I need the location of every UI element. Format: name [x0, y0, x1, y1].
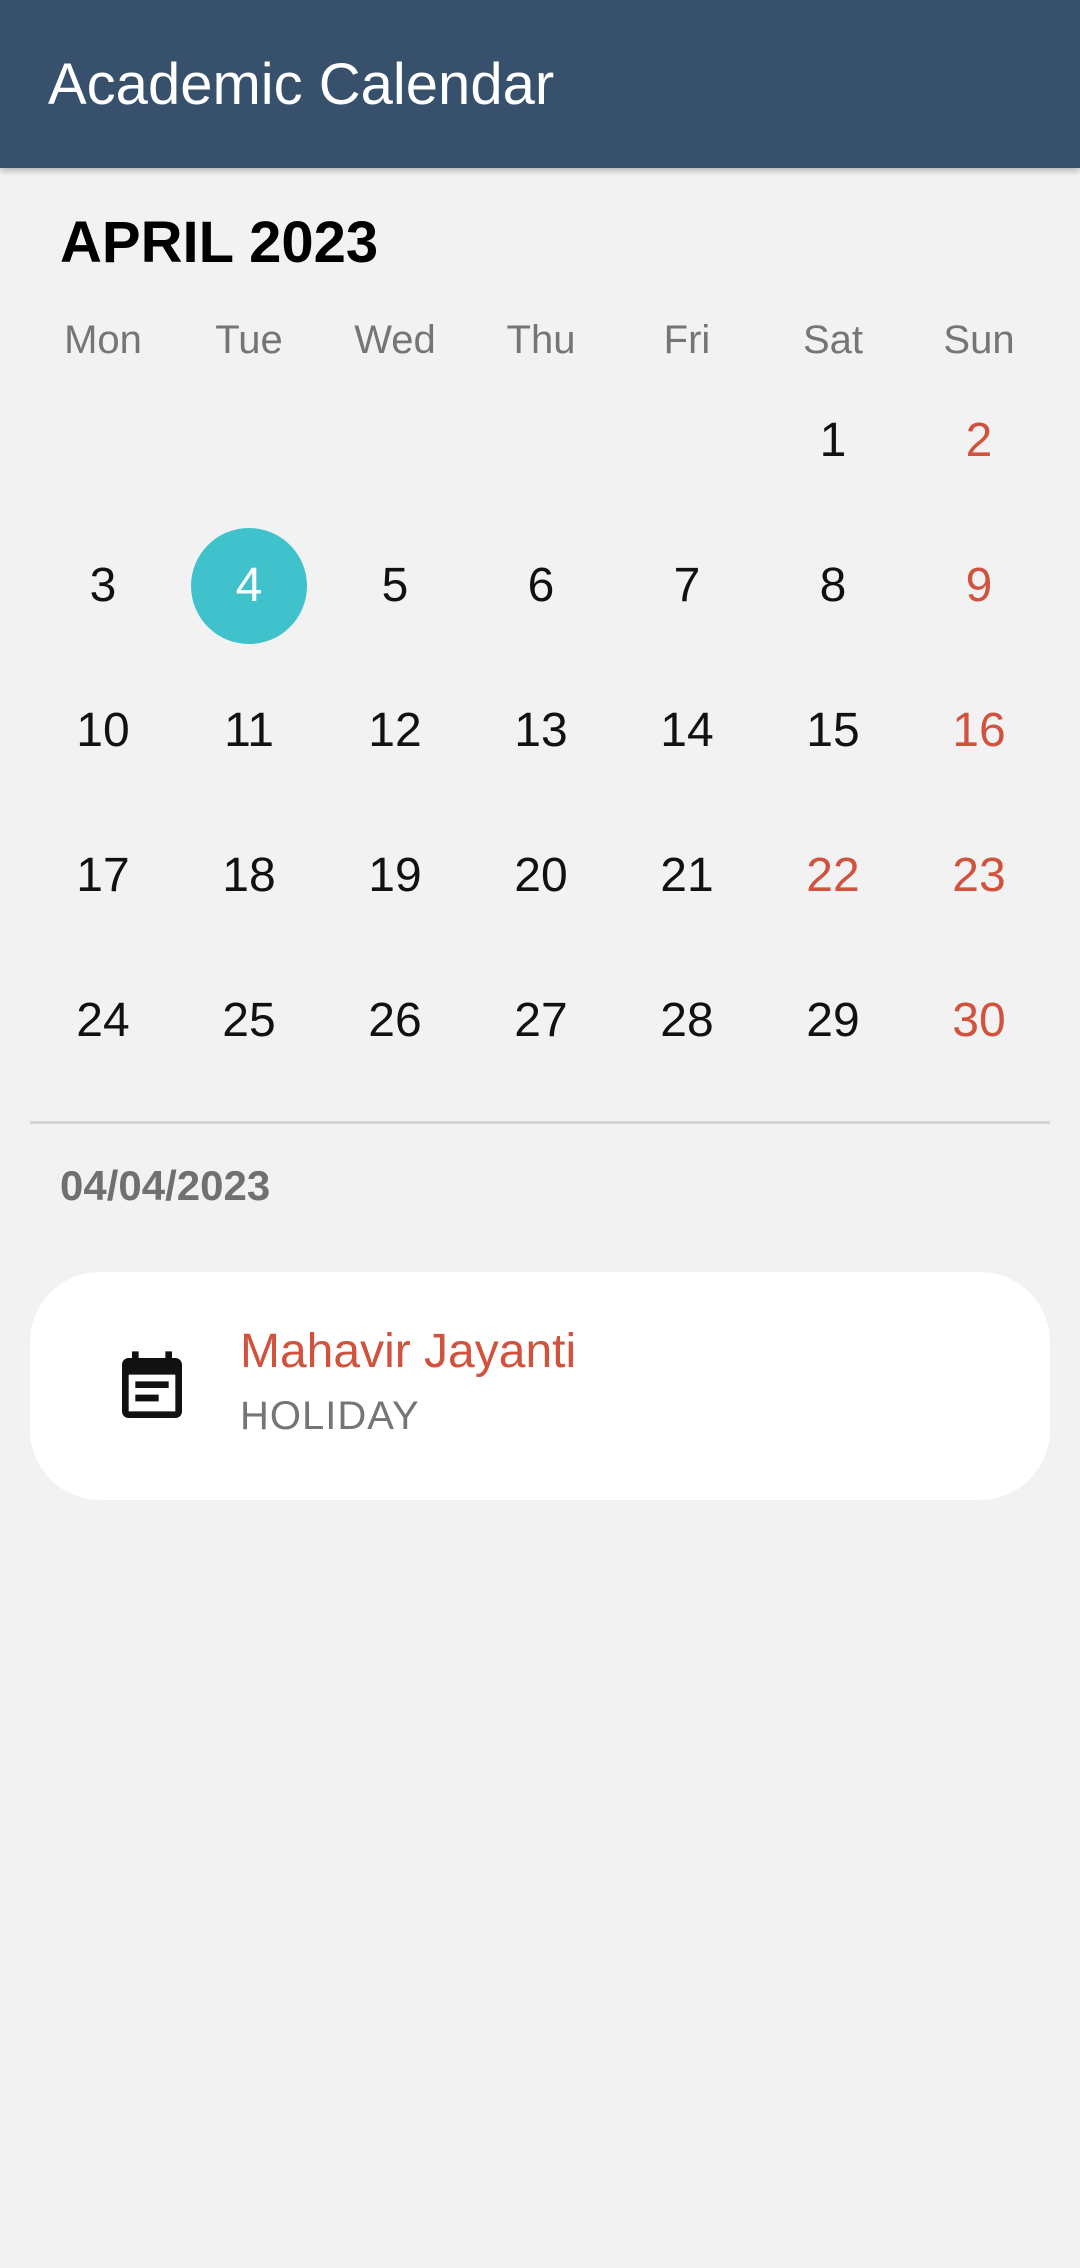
calendar-day-number: 12: [368, 704, 422, 757]
calendar-day-number: 15: [806, 704, 860, 757]
calendar-day-number: 1: [819, 414, 847, 467]
calendar-day-number: [337, 383, 453, 499]
calendar-day[interactable]: 17: [30, 803, 176, 948]
weekday-label: Fri: [663, 318, 711, 362]
calendar-day-empty: [468, 368, 614, 513]
page-title: Academic Calendar: [48, 52, 555, 117]
calendar-day-number: 30: [952, 994, 1006, 1047]
calendar-day-number: 20: [514, 849, 568, 902]
calendar-day[interactable]: 8: [760, 513, 906, 658]
calendar-day-number: [45, 383, 161, 499]
calendar-day[interactable]: 7: [614, 513, 760, 658]
calendar-day-number: 24: [76, 994, 130, 1047]
calendar-day[interactable]: 12: [322, 658, 468, 803]
calendar-day[interactable]: 15: [760, 658, 906, 803]
calendar-day[interactable]: 27: [468, 948, 614, 1093]
calendar-day[interactable]: 1: [760, 368, 906, 513]
calendar-day[interactable]: 24: [30, 948, 176, 1093]
calendar-day-number: [629, 383, 745, 499]
calendar-day[interactable]: 19: [322, 803, 468, 948]
calendar-day-empty: [176, 368, 322, 513]
calendar-day[interactable]: 21: [614, 803, 760, 948]
calendar-day-number: 27: [514, 994, 568, 1047]
calendar-day-number: 2: [965, 414, 993, 467]
event-card[interactable]: Mahavir Jayanti HOLIDAY: [30, 1272, 1050, 1500]
calendar-day-empty: [614, 368, 760, 513]
calendar-day[interactable]: 26: [322, 948, 468, 1093]
calendar-day-number: 18: [222, 849, 276, 902]
calendar-day[interactable]: 10: [30, 658, 176, 803]
calendar-day-empty: [30, 368, 176, 513]
calendar-day-number: 3: [89, 559, 117, 612]
calendar-day-number: [483, 383, 599, 499]
month-label: APRIL 2023: [60, 210, 379, 275]
calendar-day[interactable]: 28: [614, 948, 760, 1093]
calendar-day[interactable]: 22: [760, 803, 906, 948]
calendar-day-number: 8: [819, 559, 847, 612]
calendar-day-empty: [322, 368, 468, 513]
calendar-day-number: 25: [222, 994, 276, 1047]
weekday-label: Sat: [802, 318, 864, 362]
calendar-day[interactable]: 29: [760, 948, 906, 1093]
calendar-day[interactable]: 5: [322, 513, 468, 658]
calendar-day[interactable]: 14: [614, 658, 760, 803]
weekday-label: Tue: [215, 318, 283, 362]
calendar-day-number: 26: [368, 994, 422, 1047]
event-title: Mahavir Jayanti: [240, 1325, 577, 1378]
calendar-day-number: [191, 383, 307, 499]
calendar-day[interactable]: 20: [468, 803, 614, 948]
calendar-day-number: 19: [368, 849, 422, 902]
weekday-label: Mon: [64, 318, 142, 362]
calendar-day[interactable]: 30: [906, 948, 1052, 1093]
calendar-day-number: 4: [191, 527, 307, 644]
calendar-day-number: 28: [660, 994, 714, 1047]
divider: [30, 1121, 1050, 1124]
calendar-day-number: 29: [806, 994, 860, 1047]
calendar-day[interactable]: 25: [176, 948, 322, 1093]
weekday-header: Mon Tue Wed Thu Fri Sat Sun: [30, 312, 1052, 368]
calendar-day[interactable]: 2: [906, 368, 1052, 513]
calendar-day-number: 16: [952, 704, 1006, 757]
calendar-day-number: 7: [673, 559, 701, 612]
calendar-day-number: 13: [514, 704, 568, 757]
calendar-day[interactable]: 18: [176, 803, 322, 948]
calendar-day-number: 14: [660, 704, 714, 757]
calendar-day[interactable]: 23: [906, 803, 1052, 948]
event-note-icon: [122, 1351, 182, 1418]
calendar-day[interactable]: 16: [906, 658, 1052, 803]
calendar-day[interactable]: 6: [468, 513, 614, 658]
calendar-grid: 1 2 3 4 5 6 7 8 9 10 11 12 13 14 15 16 17 18 19 20 21 22 23 24 2…: [30, 368, 1052, 1093]
selected-date-label: 04/04/2023: [60, 1162, 271, 1209]
calendar-day-number: 21: [660, 849, 714, 902]
weekday-label: Thu: [506, 318, 576, 362]
calendar-day-number: 11: [224, 704, 274, 757]
calendar-day-number: 9: [965, 559, 993, 612]
app-bar: Academic Calendar: [0, 0, 1080, 168]
event-type: HOLIDAY: [240, 1394, 420, 1438]
calendar-day-number: 17: [76, 849, 130, 902]
calendar-day[interactable]: 3: [30, 513, 176, 658]
calendar-day[interactable]: 11: [176, 658, 322, 803]
calendar-day-selected[interactable]: 4: [176, 513, 322, 658]
calendar-day-number: 10: [76, 704, 130, 757]
calendar-day[interactable]: 9: [906, 513, 1052, 658]
calendar-day-number: 5: [381, 559, 409, 612]
calendar-day-number: 6: [527, 559, 555, 612]
calendar-day[interactable]: 13: [468, 658, 614, 803]
calendar-day-number: 23: [952, 849, 1006, 902]
weekday-label: Wed: [354, 318, 436, 362]
calendar-day-number: 22: [806, 849, 860, 902]
weekday-label: Sun: [943, 318, 1015, 362]
